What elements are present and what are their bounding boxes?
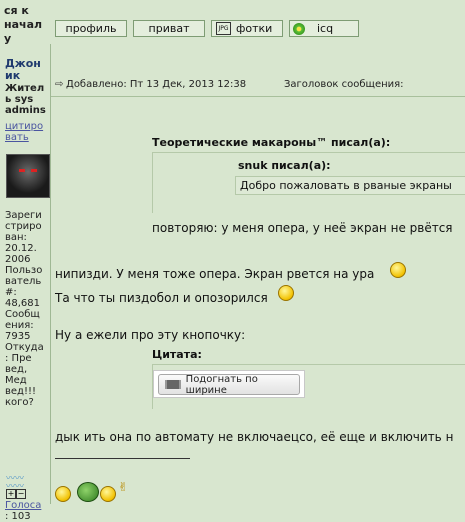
icq-button[interactable]: icq <box>289 20 359 37</box>
post-line: дык ить она по автомату не включаецсо, е… <box>55 430 454 444</box>
author-title: Жител ь sys admins <box>5 83 46 116</box>
votes: Голоса : 103 <box>5 500 42 522</box>
profile-button[interactable]: профиль <box>55 20 127 37</box>
private-message-button[interactable]: приват <box>133 20 205 37</box>
votes-link[interactable]: Голоса <box>5 500 41 511</box>
post-line: Та что ты пиздобол и опозорился <box>55 291 268 305</box>
photos-button[interactable]: JPG фотки <box>211 20 283 37</box>
plus-icon[interactable]: + <box>6 489 16 499</box>
nested-quote-author: snuk писал(а): <box>238 159 331 172</box>
smiley-icon <box>278 285 294 301</box>
author-info: Зареги стриро ван: 20.12. 2006 Пользо ватель #:… <box>5 210 44 408</box>
icq-flower-icon <box>293 22 305 35</box>
nested-quote-text: Добро пожаловать в рваные экраны <box>240 179 452 192</box>
post-line: Ну а ежели про эту кнопочку: <box>55 328 246 342</box>
quote-text: повторяю: у меня опера, у неё экран не р… <box>152 221 453 235</box>
helmet-smiley-icon <box>77 482 99 502</box>
post-date: Добавлено: Пт 13 Дек, 2013 12:38 <box>66 79 247 90</box>
avatar <box>6 154 50 198</box>
divider <box>51 96 465 97</box>
user-name-fragment: ся к начал у <box>0 0 46 44</box>
photos-icon: JPG <box>216 22 231 35</box>
signature-divider <box>55 458 190 459</box>
author-panel: Джон ик Жител ь sys admins цитиро вать Зарег… <box>0 44 51 522</box>
quote-link[interactable]: цитиро вать <box>5 121 43 143</box>
quote-label: Цитата: <box>152 348 202 361</box>
smiley-icon <box>55 486 71 502</box>
fit-width-button[interactable]: Подогнать по ширине <box>158 374 300 396</box>
post-line: нипизди. У меня тоже опера. Экран рвется… <box>55 267 375 281</box>
smiley-icon <box>390 262 406 278</box>
fit-width-icon <box>165 380 181 389</box>
author-name[interactable]: Джон ик <box>5 58 41 82</box>
wave-hand-icon: ✌ <box>118 480 129 494</box>
post-subject-label: Заголовок сообщения: <box>284 79 404 90</box>
minus-icon[interactable]: − <box>16 489 26 499</box>
quote-author: Теоретические макароны™ писал(а): <box>152 136 391 149</box>
smiley-icon <box>100 486 116 502</box>
post-icon: ⇨ <box>55 79 64 90</box>
